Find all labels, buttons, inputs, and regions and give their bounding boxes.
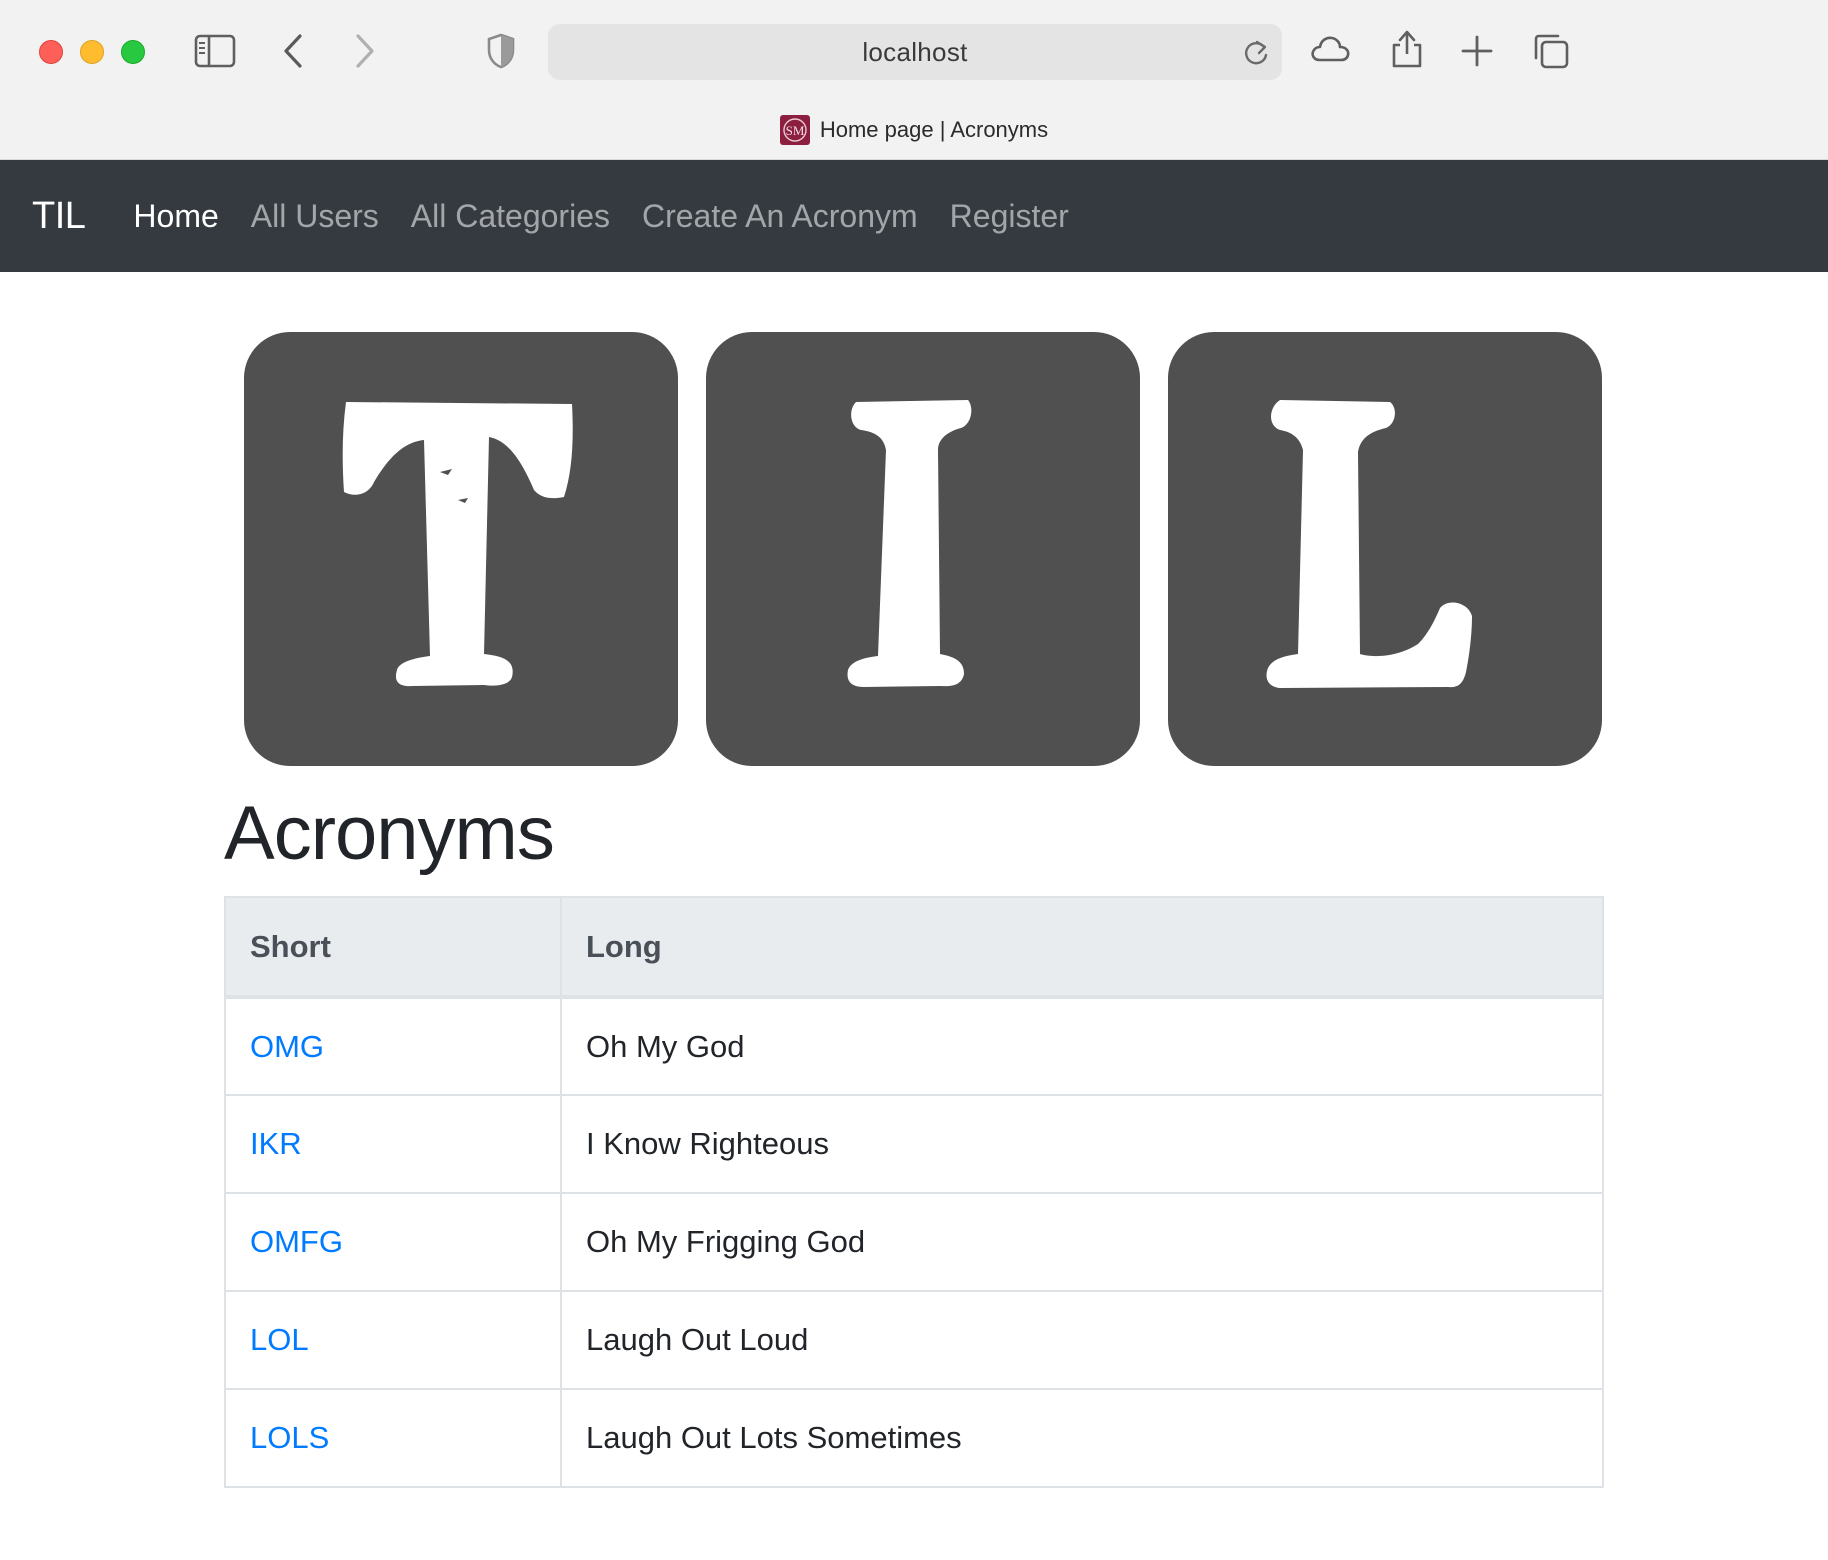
table-row: LOLS Laugh Out Lots Sometimes	[224, 1388, 1604, 1488]
icloud-tabs-icon[interactable]	[1308, 32, 1352, 66]
privacy-shield-icon[interactable]	[486, 32, 516, 70]
short-cell: OMFG	[224, 1192, 562, 1292]
column-header-long: Long	[560, 896, 1604, 999]
long-cell: Oh My God	[560, 996, 1604, 1096]
close-window-button[interactable]	[39, 40, 63, 64]
long-cell: Laugh Out Lots Sometimes	[560, 1388, 1604, 1488]
svg-text:SM: SM	[785, 123, 804, 138]
long-cell: Oh My Frigging God	[560, 1192, 1604, 1292]
nav-item-register[interactable]: Register	[950, 198, 1069, 235]
active-tab[interactable]: SM Home page | Acronyms	[0, 115, 1828, 145]
site-navbar: TIL Home All Users All Categories Create…	[0, 160, 1828, 272]
column-header-short: Short	[224, 896, 562, 999]
forward-icon[interactable]	[352, 32, 378, 70]
short-cell: LOL	[224, 1290, 562, 1390]
table-row: IKR I Know Righteous	[224, 1094, 1604, 1194]
nav-item-create-acronym[interactable]: Create An Acronym	[642, 198, 918, 235]
acronym-link[interactable]: LOLS	[250, 1420, 329, 1455]
window-controls	[39, 40, 145, 64]
address-bar[interactable]: localhost	[548, 24, 1282, 80]
logo-tile-l	[1168, 332, 1602, 766]
letter-i-image	[847, 400, 972, 687]
site-favicon-icon: SM	[779, 115, 810, 145]
table-header-row: Short Long	[224, 896, 1604, 999]
letter-l-image	[1266, 400, 1472, 688]
reload-icon[interactable]	[1242, 38, 1270, 75]
new-tab-icon[interactable]	[1460, 34, 1494, 68]
short-cell: IKR	[224, 1094, 562, 1194]
logo-tile-t	[244, 332, 678, 766]
share-icon[interactable]	[1390, 28, 1424, 70]
nav-item-all-categories[interactable]: All Categories	[411, 198, 610, 235]
tab-overview-icon[interactable]	[1532, 32, 1570, 70]
sidebar-toggle-icon[interactable]	[194, 33, 236, 69]
back-icon[interactable]	[280, 32, 306, 70]
nav-item-home[interactable]: Home	[133, 198, 218, 235]
acronym-link[interactable]: IKR	[250, 1126, 302, 1161]
long-cell: Laugh Out Loud	[560, 1290, 1604, 1390]
til-logo	[244, 332, 1602, 766]
nav-item-all-users[interactable]: All Users	[251, 198, 379, 235]
acronym-link[interactable]: OMG	[250, 1029, 324, 1064]
short-cell: OMG	[224, 996, 562, 1096]
table-row: OMG Oh My God	[224, 996, 1604, 1096]
navbar-brand[interactable]: TIL	[32, 195, 86, 238]
table-row: OMFG Oh My Frigging God	[224, 1192, 1604, 1292]
acronyms-table: Short Long OMG Oh My God IKR I Know Righ…	[224, 896, 1604, 1488]
table-row: LOL Laugh Out Loud	[224, 1290, 1604, 1390]
url-text: localhost	[862, 36, 968, 67]
long-cell: I Know Righteous	[560, 1094, 1604, 1194]
zoom-window-button[interactable]	[121, 40, 145, 64]
page-title: Acronyms	[224, 791, 555, 876]
acronym-link[interactable]: LOL	[250, 1322, 309, 1357]
logo-tile-i	[706, 332, 1140, 766]
tab-title-text: Home page | Acronyms	[819, 117, 1049, 142]
letter-t-image	[342, 402, 573, 687]
acronym-link[interactable]: OMFG	[250, 1224, 343, 1259]
minimize-window-button[interactable]	[80, 40, 104, 64]
short-cell: LOLS	[224, 1388, 562, 1488]
browser-toolbar: localhost SM Home page | Acronyms	[0, 0, 1828, 160]
